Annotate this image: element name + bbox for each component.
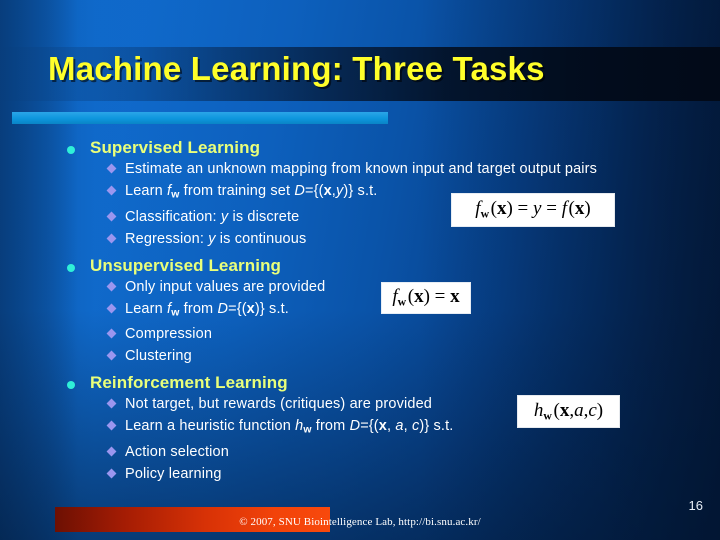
bullet-diamond-icon: [106, 420, 117, 431]
bullet-diamond-icon: [106, 163, 117, 174]
list-item: Clustering: [0, 345, 720, 367]
list-item-label: Action selection: [125, 443, 229, 460]
slide-content: Supervised Learning Estimate an unknown …: [0, 132, 720, 485]
list-item: Learn fw from D={(x)} s.t.: [0, 298, 720, 324]
slide: Machine Learning: Three Tasks Supervised…: [0, 0, 720, 540]
list-item: Estimate an unknown mapping from known i…: [0, 158, 720, 180]
list-item-label: Classification: y is discrete: [125, 208, 300, 225]
equation-box-reinforcement: hw (x,a,c): [518, 396, 619, 427]
bullet-diamond-icon: [106, 185, 117, 196]
list-item-label: Learn fw from D={(x)} s.t.: [125, 300, 289, 319]
bullet-circle-icon: [67, 381, 75, 390]
bullet-diamond-icon: [106, 211, 117, 222]
list-item: Regression: y is continuous: [0, 228, 720, 250]
bullet-diamond-icon: [106, 233, 117, 244]
equation-box-supervised: fw (x) = y = f (x): [452, 194, 614, 226]
bullet-diamond-icon: [106, 303, 117, 314]
equation-box-unsupervised: fw (x) = x: [382, 283, 470, 313]
section-unsupervised-learning: Unsupervised Learning: [0, 256, 720, 276]
bullet-diamond-icon: [106, 328, 117, 339]
list-item: Action selection: [0, 441, 720, 463]
section-heading: Unsupervised Learning: [90, 255, 282, 275]
list-item-label: Compression: [125, 326, 213, 343]
list-item-label: Learn a heuristic function hw from D={(x…: [125, 418, 454, 436]
section-heading: Reinforcement Learning: [90, 373, 288, 393]
bullet-circle-icon: [67, 146, 75, 154]
equation-text: hw (x,a,c): [533, 399, 604, 423]
equation-text: fw (x) = y = f (x): [475, 198, 591, 221]
footer-credit: © 2007, SNU Biointelligence Lab, http://…: [239, 516, 481, 528]
section-supervised-learning: Supervised Learning: [0, 138, 720, 158]
page-number: 16: [688, 498, 703, 513]
section-heading: Supervised Learning: [90, 138, 261, 157]
list-item: Policy learning: [0, 463, 720, 485]
page-title: Machine Learning: Three Tasks: [48, 50, 545, 87]
list-item: Only input values are provided: [0, 276, 720, 298]
bullet-diamond-icon: [106, 398, 117, 409]
title-accent-bar: [12, 112, 388, 124]
section-reinforcement-learning: Reinforcement Learning: [0, 373, 720, 393]
list-item-label: Learn fw from training set D={(x,y)} s.t…: [125, 183, 378, 201]
list-item-label: Clustering: [125, 348, 192, 365]
bullet-diamond-icon: [106, 281, 117, 292]
list-item-label: Only input values are provided: [125, 278, 326, 295]
list-item-label: Regression: y is continuous: [125, 230, 307, 247]
bullet-circle-icon: [67, 263, 75, 272]
list-item-label: Not target, but rewards (critiques) are …: [125, 396, 432, 413]
list-item-label: Policy learning: [125, 465, 222, 482]
list-item-label: Estimate an unknown mapping from known i…: [125, 161, 598, 177]
bullet-diamond-icon: [106, 468, 117, 479]
equation-text: fw (x) = x: [392, 286, 460, 309]
list-item: Compression: [0, 323, 720, 345]
bullet-diamond-icon: [106, 350, 117, 361]
bullet-diamond-icon: [106, 446, 117, 457]
